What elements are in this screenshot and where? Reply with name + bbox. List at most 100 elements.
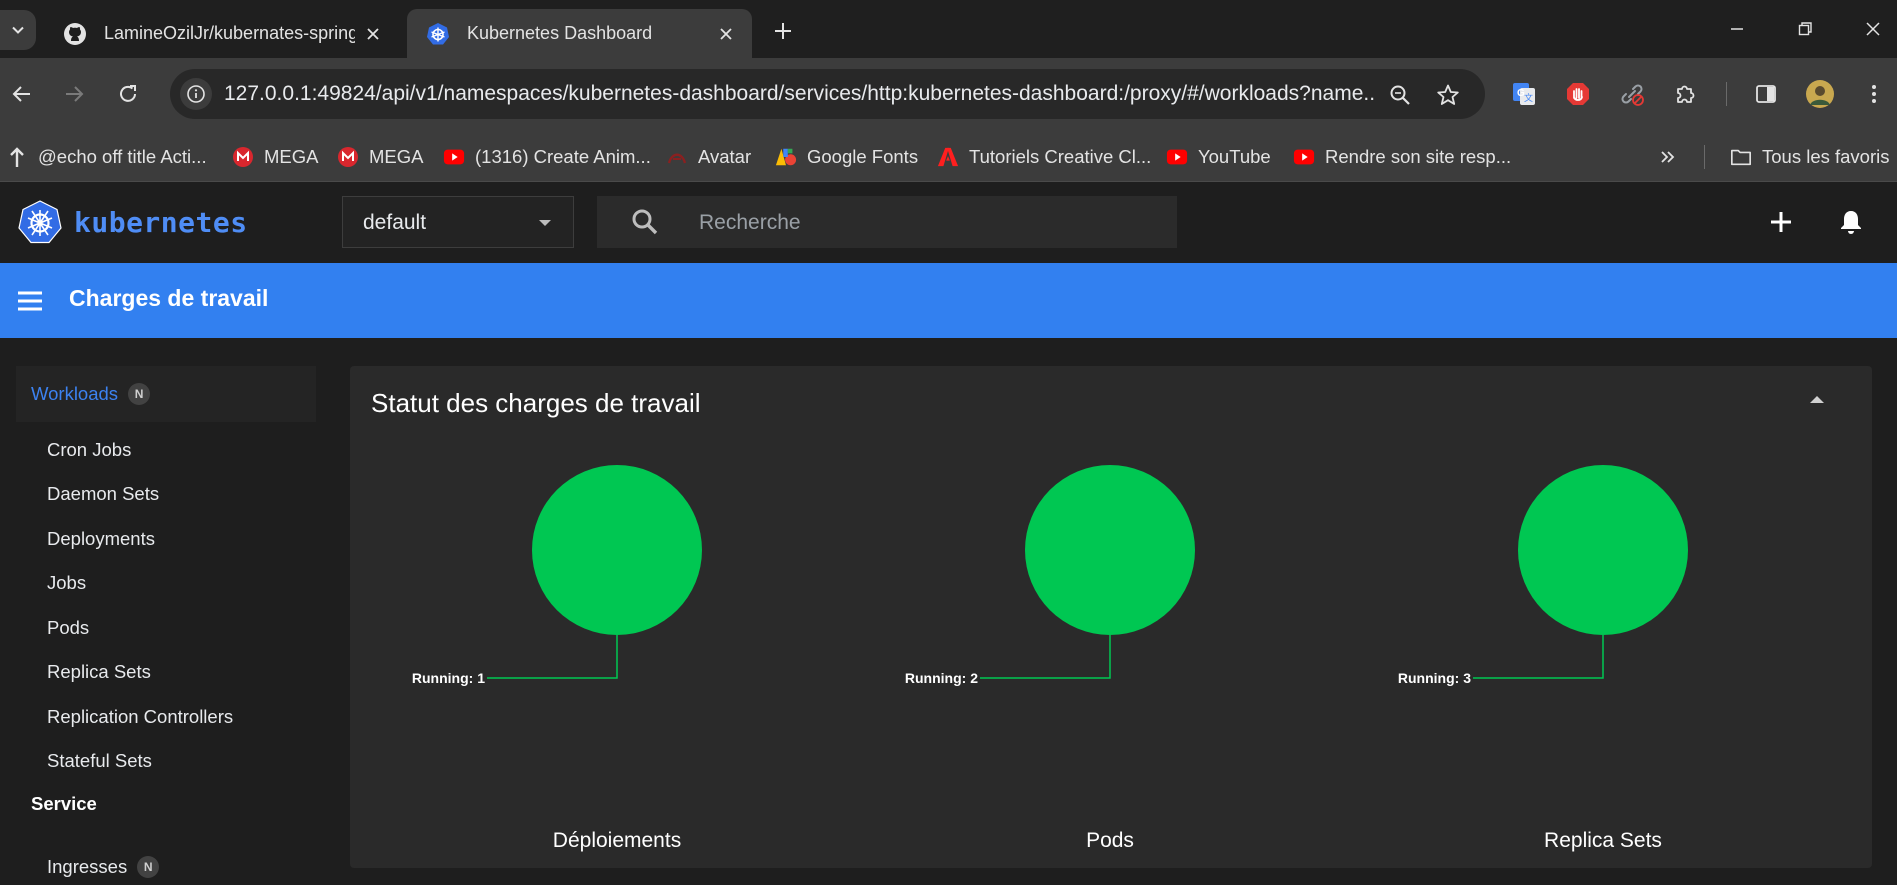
more-bookmarks-button[interactable]: [1658, 141, 1678, 173]
sidebar-nav: Workloads N Cron Jobs Daemon Sets Deploy…: [0, 338, 330, 885]
all-bookmarks-label: Tous les favoris: [1762, 146, 1890, 167]
leader-line: [487, 635, 618, 679]
link-extension[interactable]: [1614, 76, 1650, 112]
sidebar-item-label: Workloads: [31, 383, 119, 404]
pie-slice-running[interactable]: [1518, 465, 1688, 635]
kubernetes-logo[interactable]: kubernetes: [18, 200, 248, 244]
arrow-right-icon: [66, 86, 84, 102]
browser-tab-github[interactable]: LamineOzilJr/kubernates-spring: [44, 9, 399, 58]
sidebar-item-workloads[interactable]: Workloads N: [16, 366, 316, 422]
new-badge: N: [128, 383, 151, 405]
chart-replica-sets: Running: 3 Replica Sets: [1353, 366, 1853, 868]
minimize-button[interactable]: [1720, 12, 1754, 46]
new-tab-button[interactable]: [768, 16, 798, 46]
sidebar-item-jobs[interactable]: Jobs: [47, 572, 86, 594]
bookmark-item[interactable]: YouTube: [1166, 141, 1271, 173]
info-icon: [187, 85, 205, 103]
mega-icon: [232, 146, 254, 168]
tab-title: Kubernetes Dashboard: [467, 23, 653, 43]
chart-pods: Running: 2 Pods: [860, 366, 1360, 868]
bookmark-item[interactable]: Rendre son site resp...: [1293, 141, 1511, 173]
close-tab-icon[interactable]: [363, 24, 383, 44]
url-text[interactable]: 127.0.0.1:49824/api/v1/namespaces/kubern…: [224, 82, 1374, 106]
plus-icon: [775, 23, 791, 39]
address-bar[interactable]: 127.0.0.1:49824/api/v1/namespaces/kubern…: [170, 69, 1485, 119]
tab-title: LamineOzilJr/kubernates-spring: [104, 23, 355, 43]
data-label: Running: 2: [905, 670, 978, 686]
close-window-button[interactable]: [1856, 12, 1890, 46]
kubernetes-icon: [18, 200, 62, 244]
sidebar-item-replication-controllers[interactable]: Replication Controllers: [47, 706, 233, 728]
bookmark-label: Tutoriels Creative Cl...: [969, 146, 1152, 167]
page-title: Charges de travail: [69, 285, 269, 311]
sidebar-item-label: Ingresses: [47, 856, 128, 877]
forward-button[interactable]: [56, 76, 92, 112]
star-icon: [1437, 84, 1459, 105]
bookmark-item[interactable]: @echo off title Acti...: [6, 141, 207, 173]
bookmark-label: MEGA: [369, 146, 424, 167]
sidebar-item-replica-sets[interactable]: Replica Sets: [47, 661, 151, 683]
search-input[interactable]: [697, 196, 1161, 250]
all-bookmarks-folder[interactable]: Tous les favoris: [1730, 141, 1890, 173]
data-label: Running: 3: [1398, 670, 1471, 686]
bookmark-item[interactable]: MEGA: [232, 141, 318, 173]
double-chevron-right-icon: [1661, 151, 1675, 163]
bookmark-item[interactable]: Avatar: [666, 141, 751, 173]
workload-status-card: Statut des charges de travail Running: 1…: [350, 366, 1872, 868]
sidebar-item-deployments[interactable]: Deployments: [47, 528, 155, 550]
bookmark-star-button[interactable]: [1433, 80, 1463, 110]
data-label: Running: 1: [412, 670, 485, 686]
menu-icon[interactable]: [16, 287, 44, 315]
bookmark-label: (1316) Create Anim...: [475, 146, 651, 167]
notifications-button[interactable]: [1833, 204, 1869, 240]
bookmark-label: Rendre son site resp...: [1325, 146, 1512, 167]
extensions-button[interactable]: [1668, 76, 1704, 112]
close-icon: [1866, 22, 1880, 36]
bookmark-item[interactable]: Tutoriels Creative Cl...: [937, 141, 1151, 173]
bell-icon: [1841, 211, 1861, 234]
sidebar-item-service[interactable]: Service: [16, 776, 316, 832]
side-panel-button[interactable]: [1748, 76, 1784, 112]
caret-down-icon: [539, 220, 551, 226]
reload-button[interactable]: [110, 76, 146, 112]
leader-line: [980, 635, 1111, 679]
folder-icon: [1730, 146, 1752, 168]
chart-title: Déploiements: [552, 829, 682, 852]
kubernetes-icon: [425, 21, 451, 47]
tab-search-button[interactable]: [0, 10, 36, 50]
back-button[interactable]: [4, 76, 40, 112]
search-icon: [632, 209, 658, 235]
leader-line: [1473, 635, 1604, 679]
chart-title: Pods: [1086, 829, 1134, 852]
profile-avatar[interactable]: [1802, 76, 1838, 112]
sidebar-item-cron-jobs[interactable]: Cron Jobs: [47, 439, 131, 461]
pie-slice-running[interactable]: [532, 465, 702, 635]
bookmark-item[interactable]: MEGA: [337, 141, 423, 173]
browser-menu-button[interactable]: [1856, 76, 1892, 112]
puzzle-icon: [1677, 85, 1695, 103]
sidebar-item-pods[interactable]: Pods: [47, 617, 89, 639]
plus-icon: [1771, 212, 1791, 232]
google-fonts-icon: [775, 146, 797, 168]
chart-deployments: Running: 1 Déploiements: [367, 366, 867, 868]
sidebar-item-stateful-sets[interactable]: Stateful Sets: [47, 750, 152, 772]
site-info-button[interactable]: [180, 78, 212, 110]
new-badge: N: [137, 856, 160, 878]
sidebar-item-daemon-sets[interactable]: Daemon Sets: [47, 483, 159, 505]
close-tab-icon[interactable]: [716, 24, 736, 44]
logo-text: kubernetes: [74, 205, 248, 239]
adblock-extension[interactable]: [1560, 76, 1596, 112]
zoom-button[interactable]: [1385, 80, 1415, 110]
namespace-select[interactable]: default: [342, 196, 574, 248]
google-translate-extension[interactable]: G文: [1506, 76, 1542, 112]
minimize-icon: [1731, 28, 1743, 30]
adobe-icon: [937, 146, 959, 168]
restore-button[interactable]: [1788, 12, 1822, 46]
bookmark-item[interactable]: (1316) Create Anim...: [443, 141, 651, 173]
browser-tab-kubernetes[interactable]: Kubernetes Dashboard: [407, 9, 752, 58]
bookmarks-bar: @echo off title Acti... MEGA MEGA (1316)…: [0, 133, 1897, 182]
sidebar-item-ingresses[interactable]: Ingresses N: [47, 856, 160, 878]
bookmark-item[interactable]: Google Fonts: [775, 141, 918, 173]
create-resource-button[interactable]: [1763, 204, 1799, 240]
pie-slice-running[interactable]: [1025, 465, 1195, 635]
